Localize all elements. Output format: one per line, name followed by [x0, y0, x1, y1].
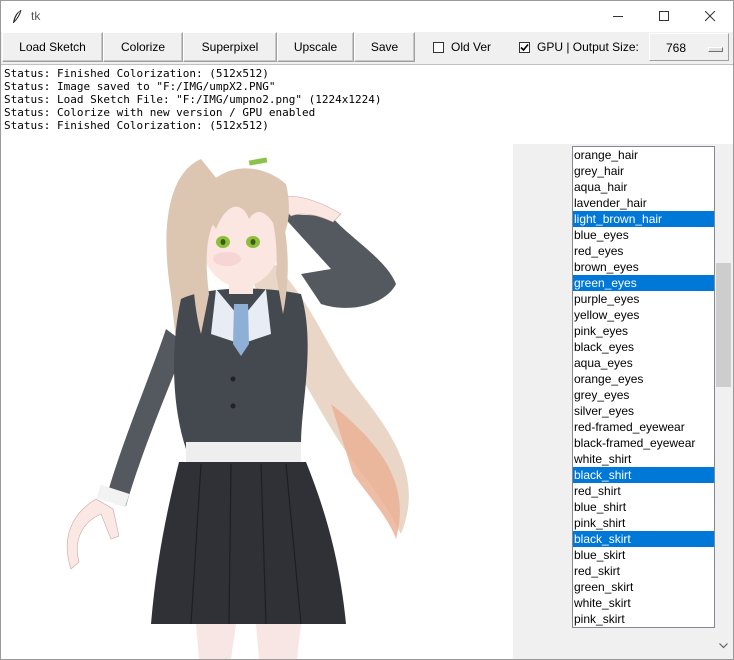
- tag-item-pink-shirt[interactable]: pink_shirt: [573, 515, 714, 531]
- tag-item-red-framed-eyewear[interactable]: red-framed_eyewear: [573, 419, 714, 435]
- tag-item-blue-eyes[interactable]: blue_eyes: [573, 227, 714, 243]
- tag-listbox[interactable]: orange_hair grey_hair aqua_hair lavender_ha…: [572, 146, 715, 628]
- tag-item-silver-eyes[interactable]: silver_eyes: [573, 403, 714, 419]
- window-title: tk: [31, 9, 41, 23]
- status-line: Status: Finished Colorization: (512x512): [4, 119, 269, 132]
- tag-item-pink-eyes[interactable]: pink_eyes: [573, 323, 714, 339]
- close-icon: [704, 11, 715, 22]
- status-log[interactable]: Status: Finished Colorization: (512x512)…: [1, 64, 733, 144]
- scroll-down-arrow-icon[interactable]: [719, 643, 728, 649]
- gpu-box[interactable]: [519, 41, 530, 53]
- output-size-menu[interactable]: 768: [649, 33, 729, 61]
- colorized-anime-illustration: [66, 157, 409, 659]
- tag-item-brown-eyes[interactable]: brown_eyes: [573, 259, 714, 275]
- toolbar: Load Sketch Colorize Superpixel Upscale …: [1, 32, 733, 64]
- tag-item-green-skirt[interactable]: green_skirt: [573, 579, 714, 595]
- status-line: Status: Load Sketch File: "F:/IMG/umpno2…: [4, 93, 382, 106]
- tag-item-aqua-eyes[interactable]: aqua_eyes: [573, 355, 714, 371]
- scrollbar-thumb[interactable]: [716, 263, 731, 387]
- status-line: Status: Finished Colorization: (512x512): [4, 67, 269, 80]
- tag-item-black-framed-eyewear[interactable]: black-framed_eyewear: [573, 435, 714, 451]
- old-ver-label: Old Ver: [451, 40, 492, 54]
- tag-item-black-eyes[interactable]: black_eyes: [573, 339, 714, 355]
- tag-item-aqua-hair[interactable]: aqua_hair: [573, 179, 714, 195]
- tag-item-purple-eyes[interactable]: purple_eyes: [573, 291, 714, 307]
- tag-item-black-shirt[interactable]: black_shirt: [573, 467, 714, 483]
- tag-item-lavender-hair[interactable]: lavender_hair: [573, 195, 714, 211]
- feather-icon: [13, 9, 22, 23]
- tag-item-white-shirt[interactable]: white_shirt: [573, 451, 714, 467]
- tag-item-red-shirt[interactable]: red_shirt: [573, 483, 714, 499]
- tag-item-light-brown-hair[interactable]: light_brown_hair: [573, 211, 714, 227]
- tag-item-orange-eyes[interactable]: orange_eyes: [573, 371, 714, 387]
- image-canvas[interactable]: [1, 144, 513, 659]
- tag-scrollbar[interactable]: [715, 146, 732, 659]
- tag-item-blue-skirt[interactable]: blue_skirt: [573, 547, 714, 563]
- save-button[interactable]: Save: [354, 32, 415, 62]
- gpu-label: GPU | Output Size:: [537, 40, 639, 54]
- maximize-button[interactable]: [641, 1, 687, 32]
- load-sketch-button[interactable]: Load Sketch: [2, 32, 103, 62]
- old-ver-box[interactable]: [433, 41, 444, 53]
- tag-item-black-skirt[interactable]: black_skirt: [573, 531, 714, 547]
- tag-item-red-eyes[interactable]: red_eyes: [573, 243, 714, 259]
- status-line: Status: Colorize with new version / GPU …: [4, 106, 316, 119]
- checkmark-icon: [520, 43, 529, 51]
- tag-item-yellow-eyes[interactable]: yellow_eyes: [573, 307, 714, 323]
- colorize-button[interactable]: Colorize: [103, 32, 183, 62]
- tag-item-green-eyes[interactable]: green_eyes: [573, 275, 714, 291]
- tag-item-orange-hair[interactable]: orange_hair: [573, 147, 714, 163]
- output-size-value: 768: [666, 41, 687, 55]
- tag-panel: orange_hair grey_hair aqua_hair lavender_ha…: [513, 144, 733, 659]
- old-ver-checkbox[interactable]: Old Ver: [433, 32, 491, 62]
- tag-item-white-skirt[interactable]: white_skirt: [573, 595, 714, 611]
- tag-item-pink-skirt[interactable]: pink_skirt: [573, 611, 714, 627]
- minimize-button[interactable]: [595, 1, 641, 32]
- tag-item-grey-hair[interactable]: grey_hair: [573, 163, 714, 179]
- app-window: tk Load Sketch Colorize Superpixel Upsca…: [0, 0, 734, 660]
- status-line: Status: Image saved to "F:/IMG/umpX2.PNG…: [4, 80, 276, 93]
- option-menu-indicator-icon: [708, 47, 723, 52]
- tag-item-blue-shirt[interactable]: blue_shirt: [573, 499, 714, 515]
- title-bar[interactable]: tk: [1, 1, 733, 32]
- close-button[interactable]: [687, 1, 733, 32]
- maximize-icon: [658, 11, 669, 21]
- tag-item-grey-eyes[interactable]: grey_eyes: [573, 387, 714, 403]
- gpu-checkbox[interactable]: GPU | Output Size:: [519, 32, 639, 62]
- minimize-icon: [612, 16, 623, 17]
- upscale-button[interactable]: Upscale: [277, 32, 354, 62]
- superpixel-button[interactable]: Superpixel: [183, 32, 277, 62]
- tag-item-red-skirt[interactable]: red_skirt: [573, 563, 714, 579]
